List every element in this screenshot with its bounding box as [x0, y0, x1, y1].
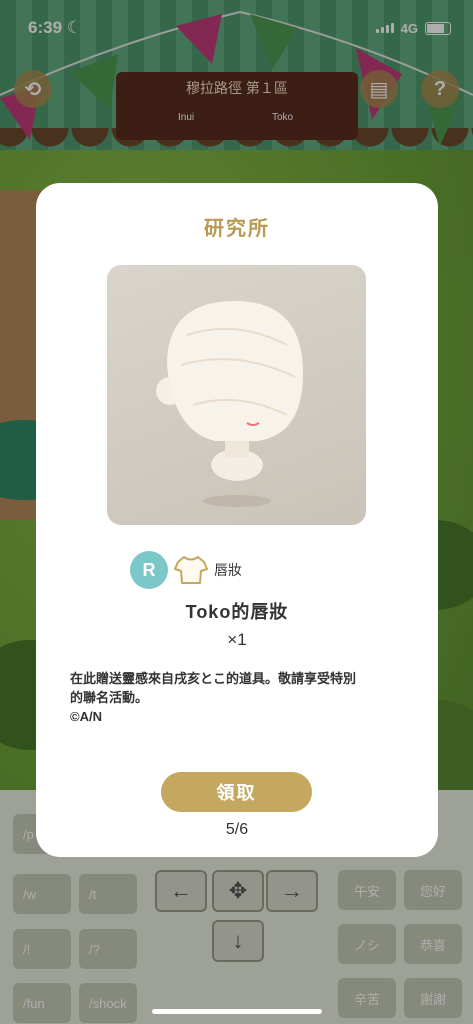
- page-indicator: 5/6: [225, 821, 249, 838]
- copyright-text: ©A/N: [70, 709, 102, 724]
- description-line: 的聯名活動。: [70, 690, 149, 705]
- item-category-row: R 唇妝: [130, 550, 242, 590]
- category-label: 唇妝: [214, 562, 242, 578]
- description-line: 在此贈送靈感來自戌亥とこ的道具。敬請享受特別: [70, 671, 357, 686]
- item-preview: [107, 265, 366, 525]
- reward-modal: 研究所 R 唇妝 Toko的唇妝 ×1 在此贈送靈感來自戌亥とこ的道具。敬請享受…: [36, 183, 438, 857]
- claim-button[interactable]: 領取: [161, 772, 312, 812]
- modal-title: 研究所: [204, 218, 270, 240]
- rarity-badge: R: [130, 551, 168, 589]
- shirt-icon: [174, 556, 208, 584]
- item-name: Toko的唇妝: [185, 602, 289, 622]
- mannequin-head-image: [156, 301, 303, 507]
- item-quantity: ×1: [227, 630, 247, 649]
- home-indicator[interactable]: [152, 1009, 322, 1014]
- item-description: 在此贈送靈感來自戌亥とこ的道具。敬請享受特別 的聯名活動。 ©A/N: [70, 669, 408, 726]
